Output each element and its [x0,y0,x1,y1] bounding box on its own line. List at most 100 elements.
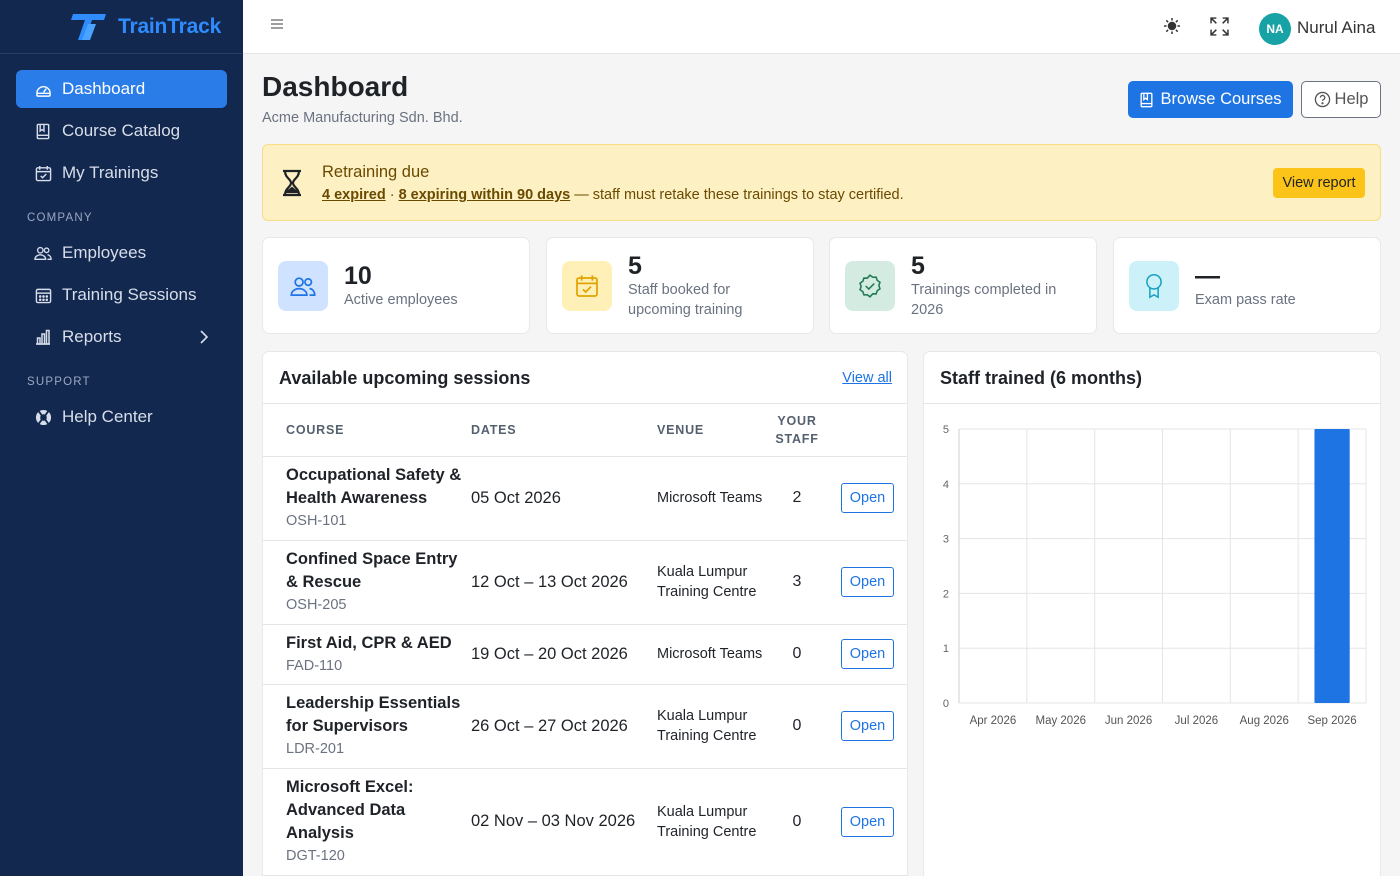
table-row: Occupational Safety & Health Awareness OS… [263,456,907,541]
sidebar-item-course-catalog[interactable]: Course Catalog [16,112,227,150]
stat-value: 5 [628,252,642,280]
expiring-link[interactable]: 8 expiring within 90 days [399,187,571,203]
open-button[interactable]: Open [841,806,894,837]
sidebar-item-label: Employees [62,243,147,262]
x-tick-label: Apr 2026 [970,715,1017,727]
sidebar: TrainTrack Dashboard Course Catalog My T… [0,0,243,876]
table-row: First Aid, CPR & AED FAD-110 19 Oct – 20 … [263,624,907,685]
browse-courses-label: Browse Courses [1160,90,1282,108]
page-title: Dashboard [262,71,409,102]
table-row: Microsoft Excel: Advanced Data Analysis D… [263,768,907,876]
stat-value: — [1195,262,1220,290]
sidebar-item-label: My Trainings [62,163,159,182]
stat-card-trainings-completed: 5 Trainings completed in 2026 [829,237,1097,334]
section-label-company: COMPANY [27,212,93,224]
staff-count: 2 [767,456,827,541]
session-venue: Kuala Lumpur Training Centre [657,684,767,769]
badge-check-icon [845,261,895,311]
avatar[interactable]: NA [1259,13,1291,45]
bar [1314,429,1350,703]
retraining-alert: Retraining due 4 expired · 8 expiring wi… [262,144,1381,221]
staff-count: 0 [767,684,827,769]
alert-separator: · [389,187,395,203]
card-title: Available upcoming sessions [279,368,531,388]
y-tick-label: 1 [943,643,949,655]
alert-message: 4 expired · 8 expiring within 90 days — … [322,187,904,203]
upcoming-sessions-card: Available upcoming sessions View all COU… [262,351,908,876]
staff-count: 3 [767,540,827,625]
browse-courses-button[interactable]: Browse Courses [1128,81,1293,118]
y-tick-label: 0 [943,698,949,710]
users-icon [278,261,328,311]
theme-toggle-sun-icon[interactable] [1163,17,1181,40]
bar-chart-icon [34,328,52,346]
session-venue: Microsoft Teams [657,456,767,541]
sidebar-item-label: Training Sessions [62,285,197,304]
staff-trained-bar-chart: 0 1 2 3 4 5 Apr 2026 May 2026 Jun 2026 Jul 2026 Au… [943,424,1367,727]
session-dates: 12 Oct – 13 Oct 2026 [471,540,657,625]
stat-value: 5 [911,252,925,280]
book-icon [34,122,52,140]
course-code: DGT-120 [286,848,345,864]
session-dates: 02 Nov – 03 Nov 2026 [471,768,657,876]
brand[interactable]: TrainTrack [0,0,243,54]
stat-card-staff-booked: 5 Staff booked for upcoming training [546,237,814,334]
stat-label: Exam pass rate [1195,292,1296,308]
open-button[interactable]: Open [841,567,894,597]
award-icon [1129,261,1179,311]
sidebar-item-help-center[interactable]: Help Center [16,398,227,436]
sidebar-nav: Dashboard Course Catalog My Trainings CO… [0,54,243,436]
sessions-table: COURSE DATES VENUE YOUR STAFF Occupation… [263,404,907,876]
session-venue: Kuala Lumpur Training Centre [657,540,767,625]
course-name: Microsoft Excel: Advanced Data Analysis [286,778,414,842]
x-tick-label: Aug 2026 [1240,715,1289,727]
sidebar-item-label: Course Catalog [62,121,181,140]
session-venue: Kuala Lumpur Training Centre [657,768,767,876]
sidebar-item-label: Dashboard [62,79,146,98]
course-name: Occupational Safety & Health Awareness [286,466,462,507]
table-row: Confined Space Entry & Rescue OSH-205 12 … [263,540,907,625]
column-header-your-staff[interactable]: YOUR STAFF [767,404,827,457]
column-header-venue[interactable]: VENUE [657,404,767,457]
chart-title: Staff trained (6 months) [940,368,1143,388]
sidebar-item-training-sessions[interactable]: Training Sessions [16,276,227,314]
alert-text: — staff must retake these trainings to s… [574,187,904,203]
x-tick-label: May 2026 [1035,715,1086,727]
course-name: Confined Space Entry & Rescue [286,550,458,591]
table-header-row: COURSE DATES VENUE YOUR STAFF [263,404,907,457]
calendar-check-icon [562,261,612,311]
sidebar-item-my-trainings[interactable]: My Trainings [16,154,227,192]
dashboard-icon [34,80,52,98]
open-button[interactable]: Open [841,639,894,669]
expired-link[interactable]: 4 expired [322,187,386,203]
stat-card-exam-pass-rate: — Exam pass rate [1113,237,1381,334]
section-label-support: SUPPORT [27,376,91,388]
stat-label: Staff booked for upcoming training [628,282,743,318]
sidebar-item-reports[interactable]: Reports [16,318,227,356]
column-header-dates[interactable]: DATES [471,404,657,457]
sidebar-item-dashboard[interactable]: Dashboard [16,70,227,108]
hamburger-menu-icon[interactable] [270,17,290,37]
help-button[interactable]: Help [1301,81,1381,118]
question-circle-icon [1314,91,1330,108]
help-label: Help [1334,90,1369,108]
session-dates: 19 Oct – 20 Oct 2026 [471,624,657,685]
x-tick-label: Sep 2026 [1307,715,1356,727]
fullscreen-icon[interactable] [1210,17,1229,41]
user-name[interactable]: Nurul Aina [1297,18,1375,38]
session-venue: Microsoft Teams [657,624,767,685]
column-header-course[interactable]: COURSE [263,404,471,457]
open-button[interactable]: Open [841,711,894,741]
view-report-button[interactable]: View report [1273,168,1365,198]
open-button[interactable]: Open [841,483,894,513]
x-tick-label: Jun 2026 [1105,715,1152,727]
course-name: Leadership Essentials for Supervisors [286,694,461,735]
alert-title: Retraining due [322,163,430,181]
stat-value: 10 [344,262,372,290]
table-row: Leadership Essentials for Supervisors LDR… [263,684,907,769]
course-code: LDR-201 [286,741,345,757]
course-name: First Aid, CPR & AED [286,633,452,652]
calendar-grid-icon [34,286,52,304]
sidebar-item-employees[interactable]: Employees [16,234,227,272]
view-all-link[interactable]: View all [842,370,892,386]
